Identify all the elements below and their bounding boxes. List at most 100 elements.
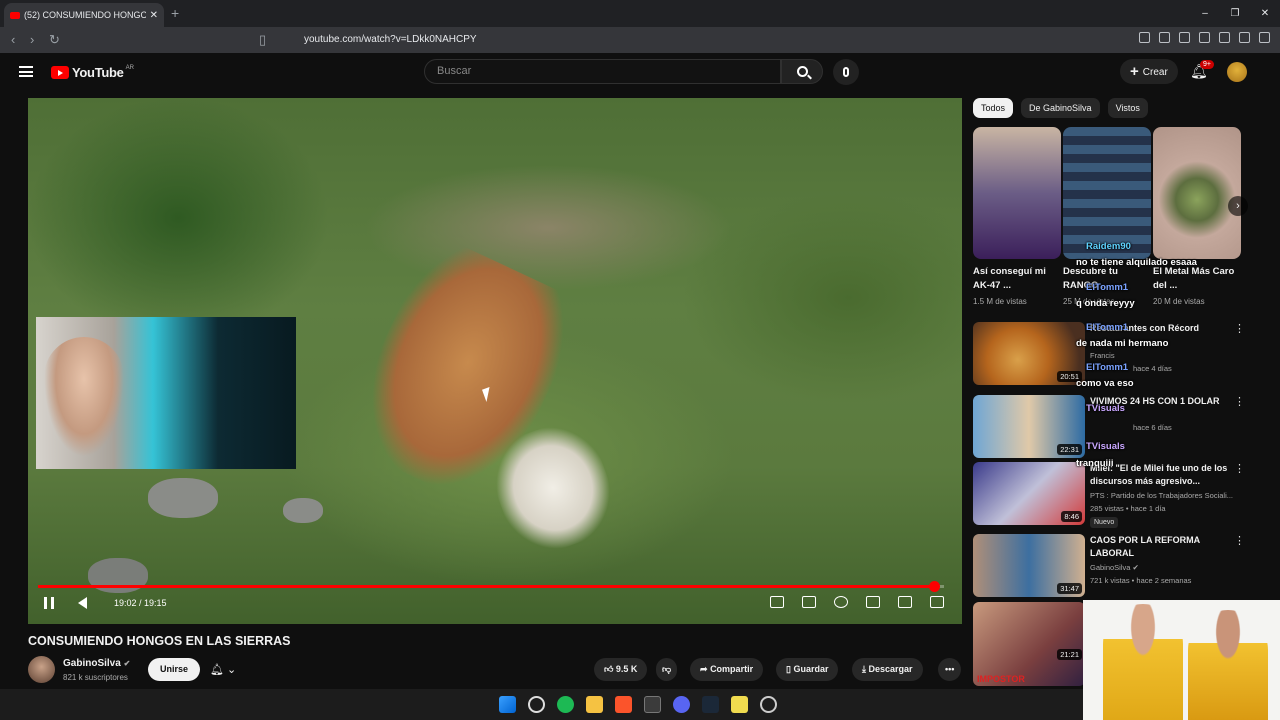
volume-icon[interactable] [78,597,87,609]
download-button[interactable]: ⤓ Descargar [852,658,923,681]
maximize-button[interactable]: ❐ [1220,0,1250,27]
youtube-header: YouTube AR Buscar + Crear 🔔︎ 9+ [0,53,1280,91]
rock-shape [148,478,218,518]
youtube-logo[interactable]: YouTube AR [51,65,134,80]
recommendation-meta: 721 k vistas • hace 2 semanas [1090,576,1192,585]
reload-icon[interactable]: ↻ [49,32,60,48]
menu-icon[interactable] [1259,32,1270,43]
like-button[interactable]: 👍︎ 9.5 K [594,658,648,681]
minimize-button[interactable]: – [1190,0,1220,27]
youtube-play-icon [51,66,69,79]
youtube-favicon-icon [10,11,20,19]
right-controls [770,596,944,608]
chat-message: de nada mi hermano [1076,338,1169,349]
more-vert-icon[interactable]: ⋮ [1234,462,1245,475]
short-thumbnail[interactable] [973,127,1061,259]
chip-todos[interactable]: Todos [973,98,1014,118]
account-avatar[interactable] [1227,62,1247,82]
more-actions-button[interactable]: ••• [938,658,962,681]
create-label: Crear [1142,67,1168,78]
chip-vistos[interactable]: Vistos [1107,98,1148,118]
cast-icon[interactable] [898,596,912,608]
notifications-badge: 9+ [1200,60,1214,69]
like-count: 9.5 K [615,664,638,674]
search-icon[interactable] [528,696,545,713]
taskbar-icons [499,696,777,713]
share-button[interactable]: ➦ Compartir [690,658,764,681]
extension-icon[interactable] [1199,32,1210,43]
extension-icon[interactable] [1179,32,1190,43]
new-badge: Nuevo [1090,517,1119,528]
extension-icon[interactable] [1239,32,1250,43]
app-icon[interactable] [760,696,777,713]
spotify-icon[interactable] [557,696,574,713]
search-button[interactable] [781,59,823,84]
hamburger-menu-icon[interactable] [19,66,33,77]
channel-name[interactable]: GabinoSilva ✔ [63,658,130,669]
logo-text: YouTube [72,65,124,80]
chat-username: ElTomm1 [1086,322,1129,333]
more-vert-icon[interactable]: ⋮ [1234,395,1245,408]
address-field[interactable]: youtube.com/watch?v=LDkk0NAHCPY [278,30,898,50]
miniplayer-icon[interactable] [866,596,880,608]
video-thumbnail[interactable]: 8:46 [973,462,1085,525]
app-icon[interactable] [644,696,661,713]
tab-close-icon[interactable]: ✕ [150,10,158,21]
more-vert-icon[interactable]: ⋮ [1234,322,1245,335]
more-vert-icon[interactable]: ⋮ [1234,534,1245,547]
join-button[interactable]: Unirse [148,658,201,681]
recommendation-title[interactable]: CAOS POR LA REFORMA LABORAL [1090,534,1240,560]
pause-icon[interactable] [44,597,54,609]
back-icon[interactable]: ‹ [11,32,15,47]
voice-search-button[interactable] [833,59,859,85]
download-label: Descargar [868,664,913,674]
progress-fill [38,585,934,588]
recommendation-channel: Francis [1090,351,1115,360]
browser-tab[interactable]: (52) CONSUMIENDO HONGOS ✕ [4,3,164,27]
settings-gear-icon[interactable] [834,596,848,608]
subtitles-icon[interactable] [802,596,816,608]
create-button[interactable]: + Crear [1120,59,1178,84]
new-tab-button[interactable]: + [171,5,179,21]
extension-icon[interactable] [1219,32,1230,43]
discord-icon[interactable] [673,696,690,713]
stream-overlay-image [1083,600,1280,720]
short-thumbnail[interactable] [1153,127,1241,259]
tab-title: (52) CONSUMIENDO HONGOS [24,10,146,20]
channel-avatar[interactable] [28,656,55,683]
brave-browser-icon[interactable] [615,696,632,713]
fullscreen-icon[interactable] [930,596,944,608]
video-thumbnail[interactable]: 21:21 IMPOSTOR [973,602,1085,686]
dislike-button[interactable]: 👎︎ [656,658,678,681]
region-code: AR [125,64,134,71]
forward-icon[interactable]: › [30,32,34,47]
thumbs-up-icon: 👍︎ [604,664,614,674]
search-input[interactable]: Buscar [424,59,781,84]
subscribe-bell-button[interactable]: 🔔︎ ⌄ [203,659,249,681]
windows-start-icon[interactable] [499,696,516,713]
recommendation-meta: hace 4 días [1133,364,1172,373]
scrubber-handle[interactable] [928,581,940,592]
download-icon: ⤓ [862,664,866,674]
save-button[interactable]: ▯ Guardar [776,658,839,681]
video-thumbnail[interactable]: 20:51 [973,322,1085,385]
steam-icon[interactable] [702,696,719,713]
bookmark-icon[interactable]: ▯ [259,32,266,48]
video-thumbnail[interactable]: 31:47 [973,534,1085,597]
short-title[interactable]: Así conseguí mi AK-47 ... [973,265,1059,293]
recommendation-meta: hace 6 días [1133,423,1172,432]
chip-de-gabinosilva[interactable]: De GabinoSilva [1021,98,1100,118]
extension-icon[interactable] [1139,32,1150,43]
video-player[interactable]: 19:02 / 19:15 [28,98,962,624]
file-explorer-icon[interactable] [586,696,603,713]
short-views: 1.5 M de vistas [973,297,1027,306]
autoplay-toggle-icon[interactable] [770,596,784,608]
next-arrow-icon[interactable]: › [1228,196,1248,216]
video-thumbnail[interactable]: 22:31 [973,395,1085,458]
close-window-button[interactable]: ✕ [1250,0,1280,27]
app-icon[interactable] [731,696,748,713]
extension-icon[interactable] [1159,32,1170,43]
streamer-facecam [36,317,296,469]
progress-bar[interactable] [38,581,944,592]
recommendation-meta: 285 vistas • hace 1 día [1090,504,1166,513]
